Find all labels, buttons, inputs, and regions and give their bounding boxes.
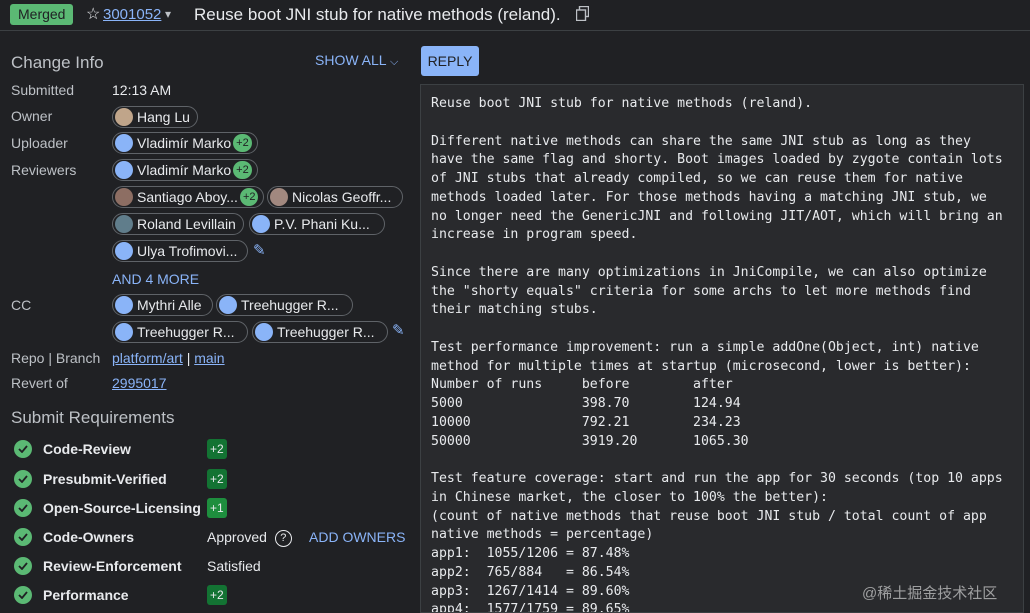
avatar	[252, 215, 270, 233]
show-all-label: SHOW ALL	[315, 52, 387, 68]
reviewer-name: Roland Levillain	[137, 216, 236, 232]
cc-chip[interactable]: Treehugger R...	[216, 294, 353, 316]
edit-reviewers-pencil-icon[interactable]: ✎	[253, 241, 266, 259]
avatar	[115, 134, 133, 152]
and-more-link[interactable]: AND 4 MORE	[112, 271, 199, 287]
check-circle-icon	[14, 470, 32, 488]
requirement-status-text: Approved	[207, 529, 267, 545]
cc-label: CC	[11, 297, 32, 313]
uploader-label: Uploader	[11, 135, 68, 151]
reviewer-chip[interactable]: Nicolas Geoffr...	[267, 186, 403, 208]
check-circle-icon	[14, 440, 32, 458]
submitted-value: 12:13 AM	[112, 82, 172, 98]
branch-link[interactable]: main	[194, 350, 224, 366]
change-subject: Reuse boot JNI stub for native methods (…	[194, 5, 561, 24]
vote-badge: +2	[233, 161, 252, 179]
repo-branch-separator: |	[186, 350, 191, 366]
requirement-name: Review-Enforcement	[43, 558, 182, 574]
requirement-row: Open-Source-Licensing	[14, 498, 201, 518]
reviewer-chip[interactable]: P.V. Phani Ku...	[249, 213, 385, 235]
avatar	[115, 108, 133, 126]
avatar	[115, 323, 133, 341]
avatar	[255, 323, 273, 341]
submit-requirements-title: Submit Requirements	[11, 408, 175, 427]
copy-icon[interactable]	[576, 6, 589, 21]
owner-name: Hang Lu	[137, 109, 190, 125]
submitted-label: Submitted	[11, 82, 75, 98]
reviewer-name: P.V. Phani Ku...	[274, 216, 370, 232]
reviewer-name: Nicolas Geoffr...	[292, 189, 392, 205]
avatar	[270, 188, 288, 206]
vote-badge: +2	[239, 188, 259, 206]
reviewer-chip[interactable]: Ulya Trofimovi...	[112, 240, 248, 262]
owner-chip[interactable]: Hang Lu	[112, 106, 198, 128]
revert-of-link[interactable]: 2995017	[112, 375, 167, 391]
reviewer-chip[interactable]: Santiago Aboy... +2	[112, 186, 264, 208]
requirement-row: Presubmit-Verified	[14, 469, 167, 489]
reviewer-name: Santiago Aboy...	[137, 189, 238, 205]
vote-chip[interactable]: +2	[207, 439, 227, 459]
avatar	[115, 188, 133, 206]
avatar	[115, 215, 133, 233]
cc-chip[interactable]: Mythri Alle	[112, 294, 213, 316]
cc-name: Treehugger R...	[241, 297, 339, 313]
repo-link[interactable]: platform/art	[112, 350, 183, 366]
requirement-row: Performance	[14, 585, 129, 605]
top-bar: Merged ☆ 3001052 ▾ Reuse boot JNI stub f…	[0, 0, 1030, 30]
requirement-name: Presubmit-Verified	[43, 471, 167, 487]
avatar	[115, 242, 133, 260]
vote-chip[interactable]: +1	[207, 498, 227, 518]
requirement-row: Code-Owners	[14, 527, 134, 547]
requirement-row: Review-Enforcement	[14, 556, 181, 576]
owner-label: Owner	[11, 108, 53, 124]
requirement-row: Code-Review	[14, 439, 131, 459]
check-circle-icon	[14, 557, 32, 575]
revert-of-label: Revert of	[11, 375, 68, 391]
cc-chip[interactable]: Treehugger R...	[252, 321, 388, 343]
avatar	[219, 296, 237, 314]
check-circle-icon	[14, 528, 32, 546]
commit-message-panel: Reuse boot JNI stub for native methods (…	[420, 84, 1024, 613]
vote-badge: +2	[233, 134, 252, 152]
cc-chip[interactable]: Treehugger R...	[112, 321, 248, 343]
reviewer-chip[interactable]: Vladimír Marko +2	[112, 159, 258, 181]
requirement-name: Open-Source-Licensing	[43, 500, 201, 516]
check-circle-icon	[14, 499, 32, 517]
star-icon[interactable]: ☆	[86, 4, 100, 25]
show-all-button[interactable]: SHOW ALL ⌵	[315, 52, 398, 69]
status-badge: Merged	[10, 4, 74, 25]
reviewers-label: Reviewers	[11, 162, 77, 178]
vote-chip[interactable]: +2	[207, 469, 227, 489]
avatar	[115, 296, 133, 314]
repo-branch-label: Repo | Branch	[11, 350, 101, 366]
commit-message-text: Reuse boot JNI stub for native methods (…	[431, 96, 1003, 613]
requirement-name: Performance	[43, 587, 129, 603]
reply-button[interactable]: REPLY	[421, 46, 479, 76]
chevron-down-icon[interactable]: ▾	[165, 3, 171, 25]
chevron-down-icon: ⌵	[389, 56, 399, 68]
cc-name: Treehugger R...	[277, 324, 375, 340]
header-divider	[0, 30, 1030, 31]
reviewer-name: Ulya Trofimovi...	[137, 243, 238, 259]
reviewer-chip[interactable]: Roland Levillain	[112, 213, 244, 235]
avatar	[115, 161, 133, 179]
cc-name: Treehugger R...	[137, 324, 235, 340]
requirement-name: Code-Owners	[43, 529, 135, 545]
help-icon[interactable]: ?	[274, 529, 292, 547]
requirement-name: Code-Review	[43, 441, 131, 457]
cc-name: Mythri Alle	[137, 297, 202, 313]
uploader-name: Vladimír Marko	[137, 135, 232, 151]
requirement-status: Satisfied	[207, 558, 261, 574]
check-circle-icon	[14, 586, 32, 604]
edit-cc-pencil-icon[interactable]: ✎	[392, 321, 405, 339]
vote-chip[interactable]: +2	[207, 585, 227, 605]
change-number-link[interactable]: 3001052	[103, 5, 161, 25]
reviewer-name: Vladimír Marko	[137, 162, 232, 178]
watermark: @稀土掘金技术社区	[862, 585, 998, 602]
add-owners-button[interactable]: ADD OWNERS	[309, 529, 405, 545]
uploader-chip[interactable]: Vladimír Marko +2	[112, 132, 258, 154]
repo-branch-value: platform/art | main	[112, 350, 225, 366]
change-info-title: Change Info	[11, 53, 104, 72]
requirement-status: Approved ?	[207, 529, 292, 547]
